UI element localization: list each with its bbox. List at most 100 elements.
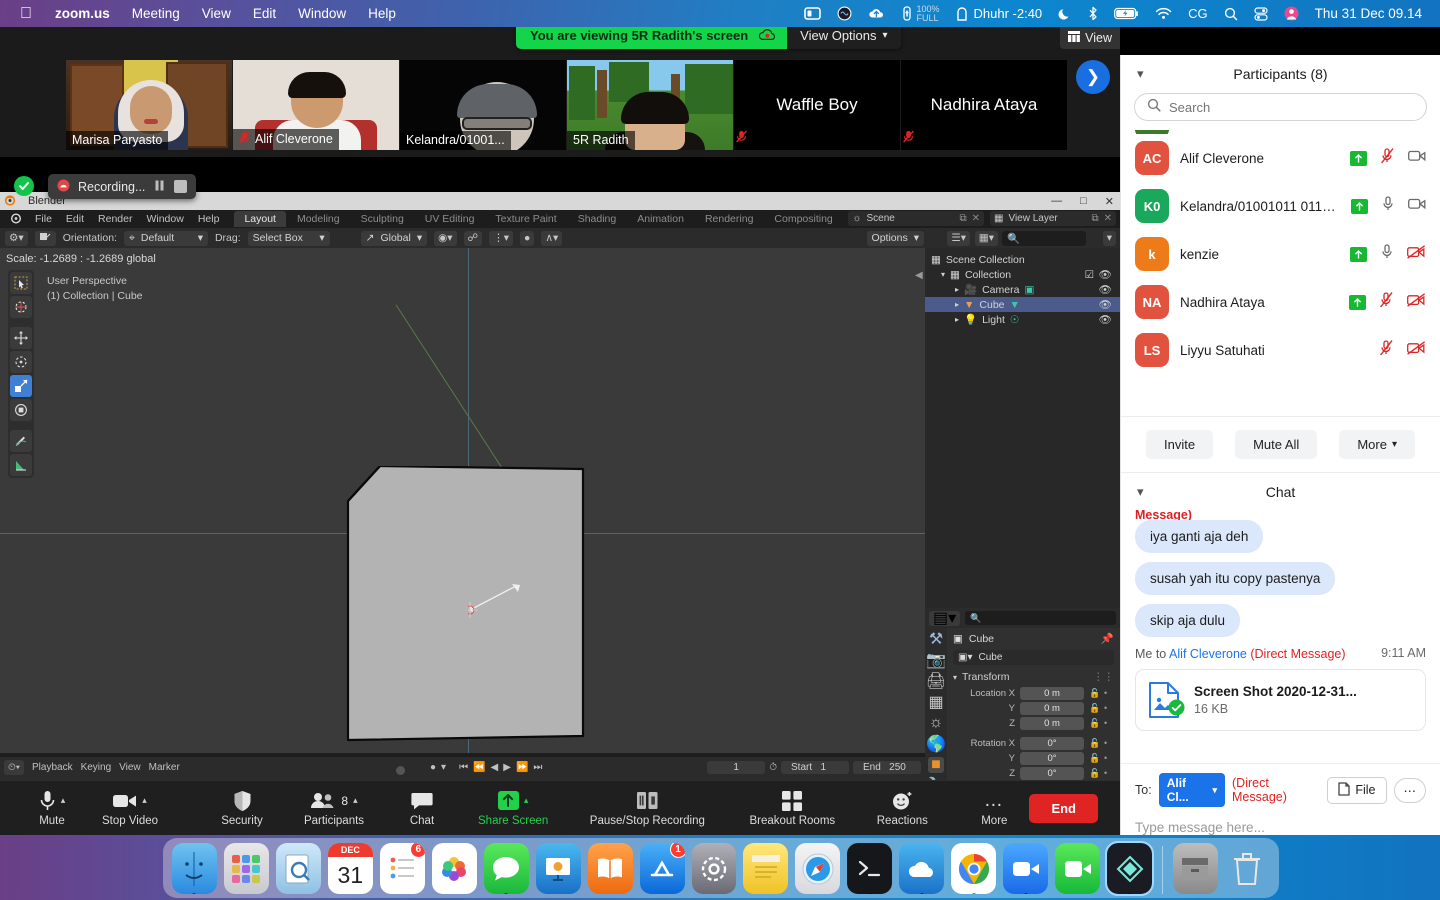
chat-button[interactable]: Chat xyxy=(390,781,454,836)
timeline-menu-view[interactable]: View xyxy=(119,762,141,773)
blender-menu-window[interactable]: Window xyxy=(139,211,190,227)
camera-icon[interactable] xyxy=(1408,149,1426,167)
outliner-row-camera[interactable]: ▸ 🎥 Camera ▣ 👁 xyxy=(925,282,1120,297)
play-reverse-button[interactable]: ◀ xyxy=(491,762,499,773)
outliner-row-cube[interactable]: ▸ ▼ Cube ▼ 👁 xyxy=(925,297,1120,312)
tab-compositing[interactable]: Compositing xyxy=(764,211,842,227)
chat-messages[interactable]: Message) iya ganti aja deh susah yah itu… xyxy=(1121,510,1440,763)
jump-start-button[interactable]: ⏮ xyxy=(451,762,468,773)
maximize-icon[interactable]: □ xyxy=(1080,195,1087,207)
tab-uv-editing[interactable]: UV Editing xyxy=(415,211,485,227)
chevron-down-icon[interactable]: ▾ xyxy=(1137,66,1144,82)
stop-icon[interactable] xyxy=(174,180,188,193)
play-button[interactable]: ▶ xyxy=(503,762,511,773)
outliner-row-collection[interactable]: ▾ ▦ Collection ☑ 👁 xyxy=(925,267,1120,282)
chevron-down-icon[interactable]: ▾ xyxy=(1137,484,1144,500)
close-icon[interactable]: ✕ xyxy=(972,213,980,224)
viewport-options-dropdown[interactable]: Options ▾ xyxy=(866,230,924,246)
video-tile-nadhira[interactable]: Nadhira Ataya xyxy=(901,60,1067,150)
output-properties-tab[interactable]: 🖨 xyxy=(926,673,946,690)
snap-toggle[interactable]: ☍ xyxy=(463,230,483,246)
properties-search-input[interactable]: 🔍 xyxy=(965,611,1116,625)
timeline-menu-keying[interactable]: Keying xyxy=(81,762,112,773)
recipient-dropdown[interactable]: Alif Cl... ▾ xyxy=(1158,773,1225,807)
camera-off-icon[interactable] xyxy=(1407,292,1426,312)
finder-icon[interactable] xyxy=(172,843,217,894)
video-tile-kelandra[interactable]: Kelandra/01001... xyxy=(400,60,566,150)
location-z-field[interactable]: Z0 m 🔓 • xyxy=(953,716,1114,730)
menu-edit[interactable]: Edit xyxy=(242,0,287,27)
animate-icon[interactable]: • xyxy=(1104,703,1114,713)
end-meeting-button[interactable]: End xyxy=(1029,793,1098,823)
participant-row-alif[interactable]: AC Alif Cleverone xyxy=(1121,134,1440,182)
tab-texture-paint[interactable]: Texture Paint xyxy=(485,211,566,227)
eye-icon[interactable]: 👁 xyxy=(1099,268,1112,281)
chevron-up-icon[interactable]: ▴ xyxy=(524,795,529,806)
outliner-row-scene-collection[interactable]: ▦ Scene Collection xyxy=(925,252,1120,267)
mute-all-button[interactable]: Mute All xyxy=(1235,430,1318,459)
camera-icon[interactable] xyxy=(1408,197,1426,215)
apple-icon[interactable]:  xyxy=(12,0,44,27)
falloff-dropdown[interactable]: ∧▾ xyxy=(541,230,563,246)
tab-sculpting[interactable]: Sculpting xyxy=(351,211,414,227)
mic-muted-icon[interactable] xyxy=(1381,147,1394,169)
pin-icon[interactable]: 📌 xyxy=(1101,632,1114,645)
menu-meeting[interactable]: Meeting xyxy=(121,0,191,27)
participant-row-kelandra[interactable]: K0 Kelandra/01001011 0110... xyxy=(1121,182,1440,230)
viewlayer-properties-tab[interactable]: ▦ xyxy=(928,694,944,711)
messages-icon[interactable] xyxy=(483,843,529,894)
video-tile-radith[interactable]: 5R Radith xyxy=(567,60,733,150)
pivot-point-dropdown[interactable]: ◉▾ xyxy=(434,230,457,246)
record-icon[interactable]: ● xyxy=(430,762,436,773)
chevron-up-icon[interactable]: ▴ xyxy=(353,795,358,806)
reminders-icon[interactable]: 6 xyxy=(379,843,425,894)
start-frame-field[interactable]: Start 1 xyxy=(781,760,849,774)
transform-section-header[interactable]: ▾ Transform ⋮⋮ xyxy=(947,669,1120,685)
rotation-x-field[interactable]: Rotation X 0° 🔓 • xyxy=(953,736,1114,750)
wifi-icon[interactable] xyxy=(1147,0,1180,27)
snap-target-dropdown[interactable]: ⋮▾ xyxy=(489,230,513,246)
chat-more-button[interactable]: ⋯ xyxy=(1393,777,1426,803)
cube-object[interactable] xyxy=(330,466,590,753)
animate-icon[interactable]: • xyxy=(1104,688,1114,698)
battery-drop-icon[interactable]: 100% FULL xyxy=(893,0,947,27)
chevron-down-icon[interactable]: ▾ xyxy=(941,270,945,279)
search-icon[interactable] xyxy=(1216,0,1246,27)
pause-icon[interactable] xyxy=(153,179,166,195)
editor-type-icon[interactable]: ⚙▾ xyxy=(5,230,28,246)
mic-icon[interactable] xyxy=(1382,195,1394,217)
launchpad-icon[interactable] xyxy=(223,843,269,894)
mute-button[interactable]: ▴ Mute xyxy=(20,781,84,836)
clock-label[interactable]: Thu 31 Dec 09.14 xyxy=(1307,0,1430,27)
archive-icon[interactable] xyxy=(1172,843,1218,894)
orientation-dropdown[interactable]: ⌖ Default ▾ xyxy=(123,230,208,246)
sidebar-collapse-arrow[interactable]: ◀ xyxy=(915,270,923,281)
participants-list[interactable]: 5R Radith AC Alif Cleverone K0 Kelan xyxy=(1121,130,1440,416)
blender-app-icon[interactable] xyxy=(4,212,28,227)
books-icon[interactable] xyxy=(587,843,633,894)
mic-muted-icon[interactable] xyxy=(1380,291,1393,313)
lock-icon[interactable]: 🔓 xyxy=(1089,688,1100,699)
animate-icon[interactable]: • xyxy=(1104,718,1114,728)
copy-icon[interactable]: ⧉ xyxy=(959,213,966,224)
chat-file-attachment[interactable]: Screen Shot 2020-12-31... 16 KB xyxy=(1135,669,1426,731)
chevron-up-icon[interactable]: ▴ xyxy=(61,795,66,806)
chat-message-input[interactable]: Type message here... xyxy=(1135,807,1426,835)
participants-search-box[interactable] xyxy=(1134,93,1427,121)
tab-animation[interactable]: Animation xyxy=(627,211,694,227)
minimize-icon[interactable]: — xyxy=(1051,195,1062,207)
scene-selector[interactable]: ☼ Scene ⧉ ✕ xyxy=(848,211,985,226)
chevron-up-icon[interactable]: ▴ xyxy=(142,795,147,806)
terminal-icon[interactable] xyxy=(847,843,893,894)
cursor-tool[interactable] xyxy=(10,296,32,318)
lock-icon[interactable]: 🔓 xyxy=(1089,703,1100,714)
menu-view[interactable]: View xyxy=(191,0,242,27)
camera-off-icon[interactable] xyxy=(1407,340,1426,360)
tab-shading[interactable]: Shading xyxy=(568,211,627,227)
blender-menu-file[interactable]: File xyxy=(28,211,59,227)
drag-dropdown[interactable]: Select Box ▾ xyxy=(247,230,330,246)
eye-icon[interactable]: 👁 xyxy=(1099,313,1112,326)
annotate-tool[interactable] xyxy=(10,430,32,452)
next-page-button[interactable]: ❯ xyxy=(1076,60,1110,94)
participant-row-liyyu[interactable]: LS Liyyu Satuhati xyxy=(1121,326,1440,374)
